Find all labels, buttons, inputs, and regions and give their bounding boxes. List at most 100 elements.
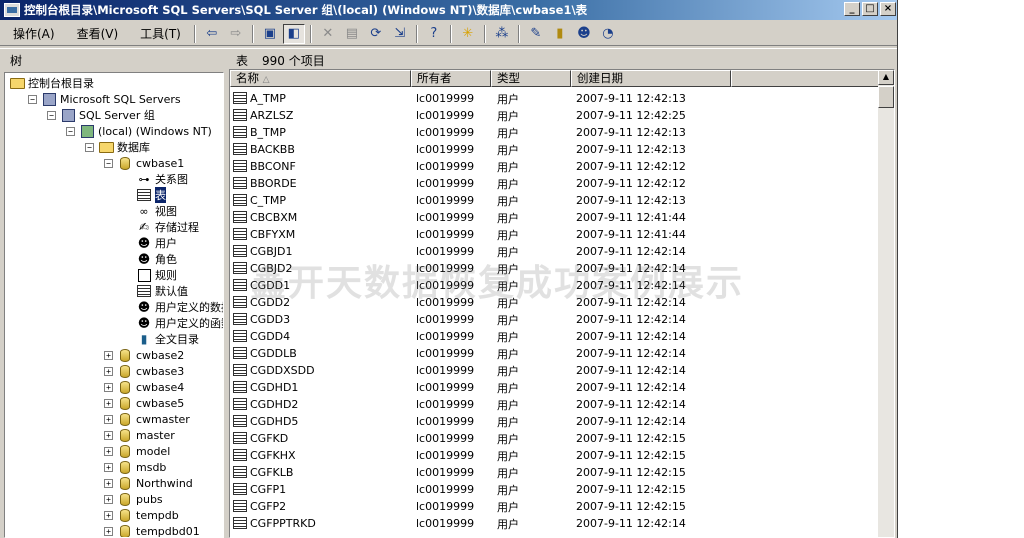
expand-toggle-icon[interactable]: −	[66, 126, 75, 136]
tree-node[interactable]: ☻ 用户定义的函数	[123, 315, 223, 331]
close-button[interactable]: ×	[880, 2, 896, 16]
tree-node[interactable]: ☻ 用户定义的数据	[123, 299, 223, 315]
expand-toggle-icon[interactable]: −	[85, 142, 94, 152]
tree-node[interactable]: 控制台根目录	[9, 75, 94, 91]
maximize-button[interactable]: □	[862, 2, 878, 16]
table-row[interactable]: CGDD3 lc0019999 用户 2007-9-11 12:42:14	[230, 311, 880, 328]
expand-toggle-icon[interactable]: −	[28, 94, 37, 104]
expand-toggle-icon[interactable]: +	[104, 366, 113, 376]
menu-view[interactable]: 查看(V)	[68, 23, 128, 44]
tree-node[interactable]: − 数据库	[85, 139, 150, 155]
new-item-icon[interactable]: ✎	[525, 24, 547, 44]
expand-toggle-icon[interactable]: +	[104, 382, 113, 392]
tree-node[interactable]: + cwbase2	[104, 347, 184, 363]
tree-node[interactable]: + Northwind	[104, 475, 193, 491]
tree-node[interactable]: + cwbase4	[104, 379, 184, 395]
column-header-owner[interactable]: 所有者	[411, 70, 491, 87]
expand-toggle-icon[interactable]: +	[104, 350, 113, 360]
new-job-icon[interactable]: ◔	[597, 24, 619, 44]
tree-node[interactable]: ☻ 用户	[123, 235, 177, 251]
refresh-icon[interactable]: ⟳	[365, 24, 387, 44]
tree-node[interactable]: ▮ 全文目录	[123, 331, 199, 347]
table-row[interactable]: CGFKHX lc0019999 用户 2007-9-11 12:42:15	[230, 447, 880, 464]
expand-toggle-icon[interactable]: +	[104, 494, 113, 504]
tree-node[interactable]: + cwbase3	[104, 363, 184, 379]
expand-toggle-icon[interactable]: +	[104, 478, 113, 488]
table-row[interactable]: CGFKLB lc0019999 用户 2007-9-11 12:42:15	[230, 464, 880, 481]
tree-node[interactable]: − SQL Server 组	[47, 107, 155, 123]
table-row[interactable]: CGDHD1 lc0019999 用户 2007-9-11 12:42:14	[230, 379, 880, 396]
table-row[interactable]: B_TMP lc0019999 用户 2007-9-11 12:42:13	[230, 124, 880, 141]
table-row[interactable]: BBORDE lc0019999 用户 2007-9-11 12:42:12	[230, 175, 880, 192]
menu-action[interactable]: 操作(A)	[4, 23, 64, 44]
forward-arrow-icon[interactable]: ⇨	[225, 24, 247, 44]
tree-tab[interactable]: 树	[10, 52, 22, 69]
wizard-icon[interactable]: ✳	[457, 24, 479, 44]
table-row[interactable]: CGBJD1 lc0019999 用户 2007-9-11 12:42:14	[230, 243, 880, 260]
column-header-created[interactable]: 创建日期	[571, 70, 731, 87]
table-row[interactable]: CGFP2 lc0019999 用户 2007-9-11 12:42:15	[230, 498, 880, 515]
server-registration-icon[interactable]: ⁂	[491, 24, 513, 44]
table-row[interactable]: CBFYXM lc0019999 用户 2007-9-11 12:41:44	[230, 226, 880, 243]
table-list[interactable]: 名称 △ 所有者 类型 创建日期 A_TMP lc0019999 用户 2007-9-…	[229, 69, 895, 538]
tree-node[interactable]: + msdb	[104, 459, 166, 475]
tree-node[interactable]: + pubs	[104, 491, 163, 507]
table-row[interactable]: CGDDLB lc0019999 用户 2007-9-11 12:42:14	[230, 345, 880, 362]
tree-node[interactable]: ✍ 存储过程	[123, 219, 199, 235]
column-header-name[interactable]: 名称 △	[230, 70, 411, 87]
expand-toggle-icon[interactable]: +	[104, 398, 113, 408]
table-row[interactable]: CGBJD2 lc0019999 用户 2007-9-11 12:42:14	[230, 260, 880, 277]
delete-icon[interactable]: ✕	[317, 24, 339, 44]
tree-node[interactable]: ∞ 视图	[123, 203, 177, 219]
tree-node[interactable]: − Microsoft SQL Servers	[28, 91, 181, 107]
tree-node[interactable]: + cwbase5	[104, 395, 184, 411]
tree-node[interactable]: 默认值	[123, 283, 188, 299]
table-row[interactable]: BBCONF lc0019999 用户 2007-9-11 12:42:12	[230, 158, 880, 175]
minimize-button[interactable]: _	[844, 2, 860, 16]
scroll-thumb[interactable]	[878, 86, 894, 108]
new-database-icon[interactable]: ▮	[549, 24, 571, 44]
table-row[interactable]: CGDHD5 lc0019999 用户 2007-9-11 12:42:14	[230, 413, 880, 430]
expand-toggle-icon[interactable]: −	[104, 158, 113, 168]
show-tree-icon[interactable]: ◧	[282, 23, 305, 44]
expand-toggle-icon[interactable]: +	[104, 414, 113, 424]
expand-toggle-icon[interactable]: +	[104, 430, 113, 440]
table-row[interactable]: CGDD4 lc0019999 用户 2007-9-11 12:42:14	[230, 328, 880, 345]
table-row[interactable]: CBCBXM lc0019999 用户 2007-9-11 12:41:44	[230, 209, 880, 226]
table-row[interactable]: ARZLSZ lc0019999 用户 2007-9-11 12:42:25	[230, 107, 880, 124]
table-row[interactable]: CGDD2 lc0019999 用户 2007-9-11 12:42:14	[230, 294, 880, 311]
expand-toggle-icon[interactable]: +	[104, 526, 113, 536]
table-row[interactable]: CGDHD2 lc0019999 用户 2007-9-11 12:42:14	[230, 396, 880, 413]
table-row[interactable]: CGDDXSDD lc0019999 用户 2007-9-11 12:42:14	[230, 362, 880, 379]
tree-node[interactable]: 规则	[123, 267, 177, 283]
tree-node[interactable]: ☻ 角色	[123, 251, 177, 267]
tree-node[interactable]: − cwbase1	[104, 155, 184, 171]
expand-toggle-icon[interactable]: +	[104, 510, 113, 520]
vertical-scrollbar[interactable]: ▲	[878, 70, 894, 537]
scroll-up-button[interactable]: ▲	[878, 70, 894, 85]
expand-toggle-icon[interactable]: −	[47, 110, 56, 120]
tree-node[interactable]: + master	[104, 427, 175, 443]
new-login-icon[interactable]: ☻	[573, 24, 595, 44]
table-row[interactable]: A_TMP lc0019999 用户 2007-9-11 12:42:13	[230, 90, 880, 107]
tree-node[interactable]: + tempdb	[104, 507, 179, 523]
table-row[interactable]: BACKBB lc0019999 用户 2007-9-11 12:42:13	[230, 141, 880, 158]
expand-toggle-icon[interactable]: +	[104, 462, 113, 472]
menu-tools[interactable]: 工具(T)	[131, 23, 190, 44]
table-row[interactable]: CGDD1 lc0019999 用户 2007-9-11 12:42:14	[230, 277, 880, 294]
export-list-icon[interactable]: ⇲	[389, 24, 411, 44]
table-row[interactable]: CGFPPTRKD lc0019999 用户 2007-9-11 12:42:14	[230, 515, 880, 532]
tree-node[interactable]: + tempdbd01	[104, 523, 200, 537]
table-row[interactable]: CGFP1 lc0019999 用户 2007-9-11 12:42:15	[230, 481, 880, 498]
properties-icon[interactable]: ▤	[341, 24, 363, 44]
title-bar[interactable]: 控制台根目录\Microsoft SQL Servers\SQL Server …	[0, 0, 897, 20]
expand-toggle-icon[interactable]: +	[104, 446, 113, 456]
table-row[interactable]: CGFKD lc0019999 用户 2007-9-11 12:42:15	[230, 430, 880, 447]
console-tree[interactable]: 控制台根目录 − Microsoft SQL Servers − SQL Server …	[4, 72, 224, 538]
help-icon[interactable]: ?	[423, 24, 445, 44]
back-arrow-icon[interactable]: ⇦	[201, 24, 223, 44]
tree-node[interactable]: + cwmaster	[104, 411, 190, 427]
column-header-type[interactable]: 类型	[491, 70, 571, 87]
up-folder-icon[interactable]: ▣	[259, 24, 281, 44]
tree-node[interactable]: 表	[123, 187, 166, 203]
